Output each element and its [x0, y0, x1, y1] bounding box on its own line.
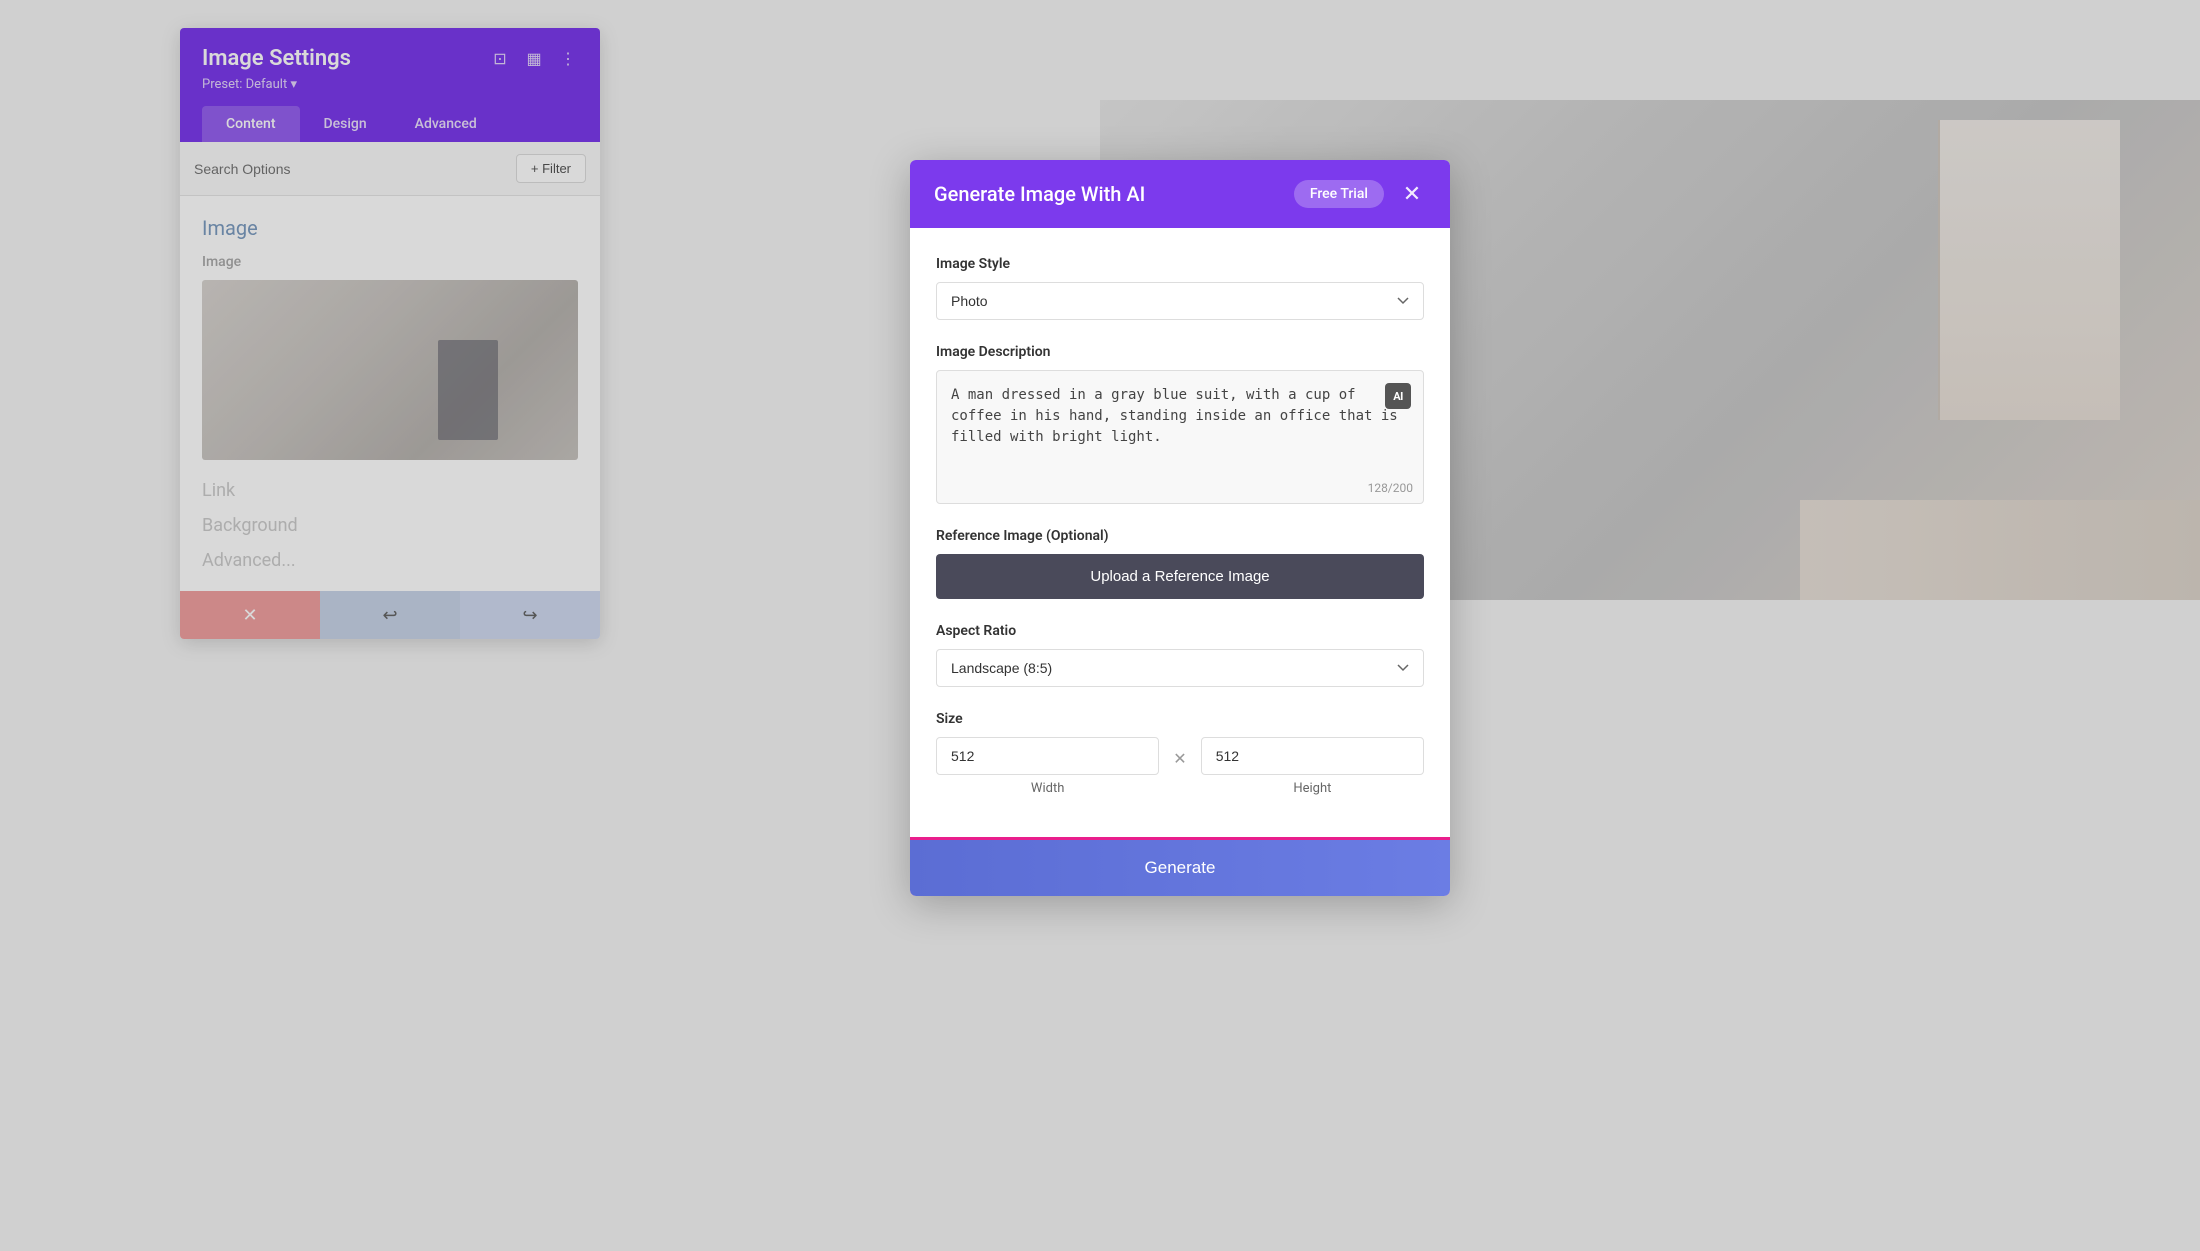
- modal-footer: Generate: [910, 840, 1450, 896]
- modal-close-button[interactable]: ✕: [1398, 180, 1426, 208]
- modal-body: Image Style Photo Illustration Painting …: [910, 228, 1450, 840]
- height-group: Height: [1201, 737, 1424, 796]
- size-label: Size: [936, 711, 1424, 727]
- image-style-group: Image Style Photo Illustration Painting: [936, 256, 1424, 320]
- textarea-footer: 128/200: [937, 475, 1423, 503]
- aspect-ratio-select[interactable]: Landscape (8:5) Portrait (5:8) Square (1…: [936, 649, 1424, 687]
- height-input[interactable]: [1201, 737, 1424, 775]
- height-label: Height: [1293, 781, 1331, 796]
- modal-title: Generate Image With AI: [934, 182, 1145, 206]
- aspect-ratio-label: Aspect Ratio: [936, 623, 1424, 639]
- aspect-ratio-group: Aspect Ratio Landscape (8:5) Portrait (5…: [936, 623, 1424, 687]
- reference-image-group: Reference Image (Optional) Upload a Refe…: [936, 528, 1424, 599]
- image-description-group: Image Description A man dressed in a gra…: [936, 344, 1424, 504]
- modal-header-right: Free Trial ✕: [1294, 180, 1426, 208]
- upload-reference-button[interactable]: Upload a Reference Image: [936, 554, 1424, 599]
- ai-badge: AI: [1385, 383, 1411, 409]
- generate-button[interactable]: Generate: [910, 840, 1450, 896]
- generate-image-modal: Generate Image With AI Free Trial ✕ Imag…: [910, 160, 1450, 896]
- width-input[interactable]: [936, 737, 1159, 775]
- image-style-label: Image Style: [936, 256, 1424, 272]
- size-row: Width ✕ Height: [936, 737, 1424, 796]
- size-x-symbol: ✕: [1173, 749, 1186, 768]
- modal-header: Generate Image With AI Free Trial ✕: [910, 160, 1450, 228]
- textarea-wrapper: A man dressed in a gray blue suit, with …: [936, 370, 1424, 504]
- image-description-textarea[interactable]: A man dressed in a gray blue suit, with …: [937, 371, 1423, 471]
- modal-overlay: Generate Image With AI Free Trial ✕ Imag…: [0, 0, 2200, 1251]
- image-style-select[interactable]: Photo Illustration Painting: [936, 282, 1424, 320]
- reference-image-label: Reference Image (Optional): [936, 528, 1424, 544]
- width-group: Width: [936, 737, 1159, 796]
- char-count: 128/200: [1368, 481, 1413, 495]
- size-group: Size Width ✕ Height: [936, 711, 1424, 796]
- free-trial-badge[interactable]: Free Trial: [1294, 180, 1384, 208]
- image-description-label: Image Description: [936, 344, 1424, 360]
- width-label: Width: [1031, 781, 1064, 796]
